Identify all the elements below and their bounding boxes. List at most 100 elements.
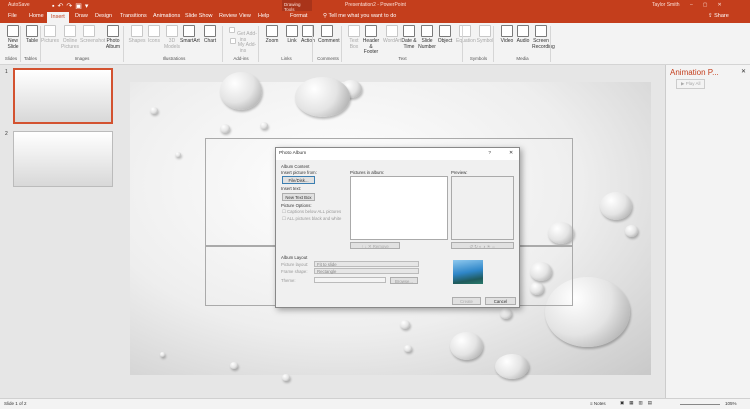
bw-checkbox[interactable]: ☐ ALL pictures black and white [282,216,341,222]
user-name[interactable]: Taylor Smith [652,2,680,8]
zoom-slider[interactable] [680,404,720,405]
action-button[interactable]: Action [299,25,317,45]
play-all-button[interactable]: ▶ Play All [676,79,706,89]
tab-design[interactable]: Design [95,13,112,19]
button-label: Object [437,38,453,44]
screenshot-icon [83,25,95,37]
tab-insert[interactable]: Insert [47,12,69,23]
tab-review[interactable]: Review [219,13,237,19]
3d-models-icon [166,25,178,37]
share-button[interactable]: ⇪ Share [708,13,729,19]
quick-access-toolbar[interactable]: ▪↶↷▣▾ [52,2,91,10]
object-icon [439,25,451,37]
my-add-ins-button[interactable]: My Add-ins [228,38,258,54]
text-box-button[interactable]: Text Box [345,25,363,50]
shapes-button[interactable]: Shapes [128,25,146,45]
file-disk-button[interactable]: File/Disk... [282,176,315,184]
water-drop-decoration [295,77,350,117]
smartart-button[interactable]: SmartArt [180,25,200,45]
rotate-contrast-buttons[interactable]: ↺ ↻ ◐ ◑ ☀ ☼ [451,242,514,249]
comment-button[interactable]: Comment [318,25,340,45]
chart-button[interactable]: Chart [201,25,219,45]
table-button[interactable]: Table [23,25,41,45]
theme-input[interactable] [314,277,386,283]
tab-slide-show[interactable]: Slide Show [185,13,213,19]
zoom-level[interactable]: 105% [725,401,737,406]
picture-layout-select[interactable]: Fit to slide [314,261,419,267]
tab-draw[interactable]: Draw [75,13,88,19]
close-button[interactable]: ✕ [509,151,513,156]
animation-pane: Animation P... ✕ ▶ Play All [665,65,750,398]
group-label-add-ins: Add-ins [233,56,249,61]
autosave-label[interactable]: AutoSave [8,2,30,8]
wordart-icon [386,25,398,37]
water-drop-decoration [220,72,262,110]
new-text-box-button[interactable]: New Text Box [282,193,315,201]
group-label-comments: Comments [317,56,339,61]
group-separator [123,26,124,62]
tab-view[interactable]: View [239,13,251,19]
group-separator [550,26,551,62]
icons-button[interactable]: Icons [145,25,163,45]
slide-thumbnail[interactable] [13,68,113,124]
group-label-slides: Slides [4,56,18,61]
tab-home[interactable]: Home [29,13,44,19]
button-label: Shapes [128,38,146,44]
pane-title: Animation P... [670,68,719,77]
water-drop-decoration [220,124,230,133]
button-label: Header & Footer [362,38,380,55]
tab-format[interactable]: Format [290,13,307,19]
screenshot-button[interactable]: Screenshot [80,25,105,45]
equation-icon [459,25,471,37]
screen-recording-button[interactable]: Screen Recording [532,25,555,50]
create-button[interactable]: Create [452,297,481,305]
tell-me-search[interactable]: ⚲ Tell me what you want to do [323,13,396,19]
view-buttons[interactable]: ▣▦▥▤ [620,400,657,406]
cancel-button[interactable]: Cancel [485,297,516,305]
wordart-button[interactable]: WordArt [383,25,401,45]
object-button[interactable]: Object [436,25,454,45]
tab-help[interactable]: Help [258,13,269,19]
tab-file[interactable]: File [8,13,17,19]
frame-shape-select[interactable]: Rectangle [314,268,419,274]
online-pictures-button[interactable]: Online Pictures [61,25,79,50]
date-time-icon [403,25,415,37]
tab-transitions[interactable]: Transitions [120,13,147,19]
slide-number: 1 [5,69,8,75]
symbol-icon [479,25,491,37]
photo-album-button[interactable]: Photo Album [104,25,122,50]
group-separator [462,26,463,62]
new-slide-icon [7,25,19,37]
group-label-media: Media [516,56,529,61]
date-time-button[interactable]: Date & Time [400,25,418,50]
reorder-remove-buttons[interactable]: ↑ ↓ ✕ Remove [350,242,400,249]
notes-label: Notes [593,401,606,406]
equation-button[interactable]: Equation [456,25,476,45]
group-label-symbols: Symbols [469,56,488,61]
symbol-button[interactable]: Symbol [476,25,494,45]
pictures-list[interactable] [350,176,448,240]
header-footer-button[interactable]: Header & Footer [362,25,380,56]
zoom-button[interactable]: Zoom [263,25,281,45]
pictures-button[interactable]: Pictures [41,25,59,45]
browse-button[interactable]: Browse... [390,277,418,284]
close-icon[interactable]: ✕ [741,68,746,75]
table-icon [26,25,38,37]
dialog-titlebar: Photo Album ? ✕ [276,148,519,160]
button-label: Screenshot [80,38,106,44]
slide-thumbnail[interactable] [13,131,113,187]
window-controls[interactable]: –▢✕ [690,2,732,8]
audio-button[interactable]: Audio [514,25,532,45]
water-drop-decoration [625,225,638,237]
slide-number-button[interactable]: Slide Number [418,25,436,50]
tab-animations[interactable]: Animations [153,13,180,19]
comment-icon [321,25,333,37]
help-button[interactable]: ? [488,151,491,156]
preview-box [451,176,514,240]
notes-button[interactable]: ≡ Notes [590,401,606,406]
slide-counter: Slide 1 of 2 [4,401,27,406]
frame-shape-label: Frame shape: [281,269,308,274]
button-label: Symbol [476,38,494,44]
3d-models-button[interactable]: 3D Models [163,25,181,50]
captions-checkbox[interactable]: ☐ Captions below ALL pictures [282,209,341,215]
